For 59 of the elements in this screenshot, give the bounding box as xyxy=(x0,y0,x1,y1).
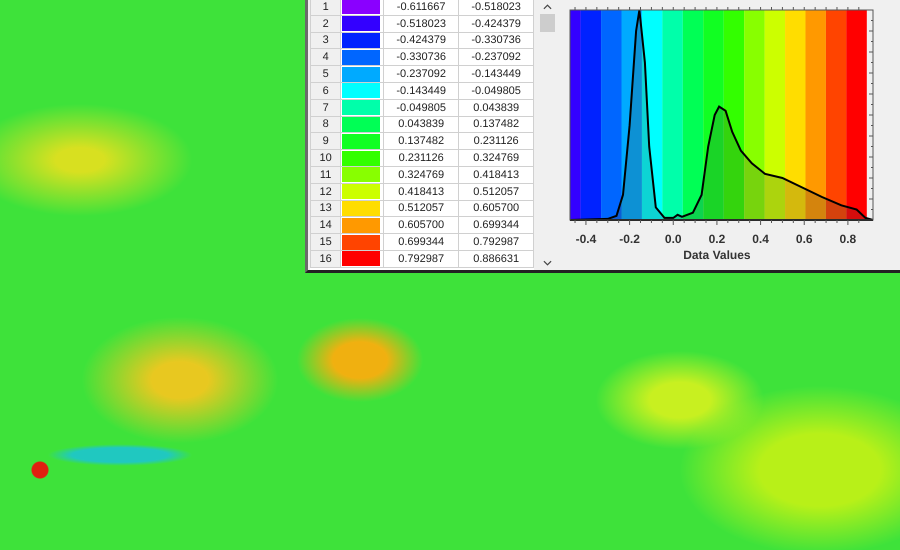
table-cell: 0.792987 xyxy=(384,250,459,268)
row-number: 13 xyxy=(310,200,341,217)
row-number: 1 xyxy=(310,0,341,16)
table-cell: 0.699344 xyxy=(458,216,534,234)
table-cell: 0.418413 xyxy=(458,166,534,184)
table-cell: 0.886631 xyxy=(458,250,534,268)
scroll-up-icon[interactable] xyxy=(542,4,552,10)
table-cell: -0.143449 xyxy=(458,66,534,82)
table-cell: -0.424379 xyxy=(458,15,534,32)
axis-tick-label: 0.0 xyxy=(664,232,682,246)
table-cell: 0.324769 xyxy=(458,150,534,166)
axis-tick-label: -0.2 xyxy=(619,232,640,246)
table-cell: 0.512057 xyxy=(384,200,459,217)
row-number: 8 xyxy=(310,116,341,133)
row-number: 14 xyxy=(310,216,341,234)
row-number: 7 xyxy=(310,99,341,116)
row-number: 6 xyxy=(310,82,341,100)
row-number: 10 xyxy=(310,150,341,166)
scroll-down-icon[interactable] xyxy=(542,260,552,266)
table-cell: -0.049805 xyxy=(384,99,459,116)
table-cell: 0.605700 xyxy=(384,216,459,234)
row-number: 9 xyxy=(310,132,341,150)
table-cell: 0.231126 xyxy=(384,150,459,166)
row-number: 16 xyxy=(310,250,341,268)
table-cell: 0.792987 xyxy=(458,234,534,250)
axis-tick-label: 0.4 xyxy=(752,232,769,246)
table-cell: 0.043839 xyxy=(458,99,534,116)
row-number: 11 xyxy=(310,166,341,184)
row-number: 3 xyxy=(310,32,341,49)
table-cell: -0.518023 xyxy=(458,0,534,16)
table-cell: 0.231126 xyxy=(458,132,534,150)
row-number: 15 xyxy=(310,234,341,250)
axis-tick-label: -0.4 xyxy=(576,232,596,246)
table-cell: 0.605700 xyxy=(458,200,534,217)
table-cell: -0.611667 xyxy=(384,0,459,16)
table-cell: -0.424379 xyxy=(384,32,459,49)
axis-tick-label: 0.6 xyxy=(796,232,813,246)
table-cell: 0.137482 xyxy=(458,116,534,133)
table-cell: 0.418413 xyxy=(384,183,459,200)
axis-tick-label: 0.8 xyxy=(840,232,856,246)
row-number: 5 xyxy=(310,66,341,82)
table-cell: -0.330736 xyxy=(384,48,459,66)
table-cell: -0.330736 xyxy=(458,32,534,49)
table-cell: 0.137482 xyxy=(384,132,459,150)
scroll-thumb[interactable] xyxy=(540,14,555,32)
table-cell: -0.049805 xyxy=(458,82,534,100)
table-cell: -0.143449 xyxy=(384,82,459,100)
table-cell: -0.518023 xyxy=(384,15,459,32)
table-cell: 0.324769 xyxy=(384,166,459,184)
table-cell: 0.043839 xyxy=(384,116,459,133)
axis-tick-label: 0.2 xyxy=(708,232,726,246)
row-number: 4 xyxy=(310,48,341,66)
row-number: 2 xyxy=(310,15,341,32)
table-cell: -0.237092 xyxy=(384,66,459,82)
table-cell: -0.237092 xyxy=(458,48,534,66)
row-number: 12 xyxy=(310,183,341,200)
table-cell: 0.512057 xyxy=(458,183,534,200)
axis-label: Data Values xyxy=(683,248,751,262)
table-cell: 0.699344 xyxy=(384,234,459,250)
